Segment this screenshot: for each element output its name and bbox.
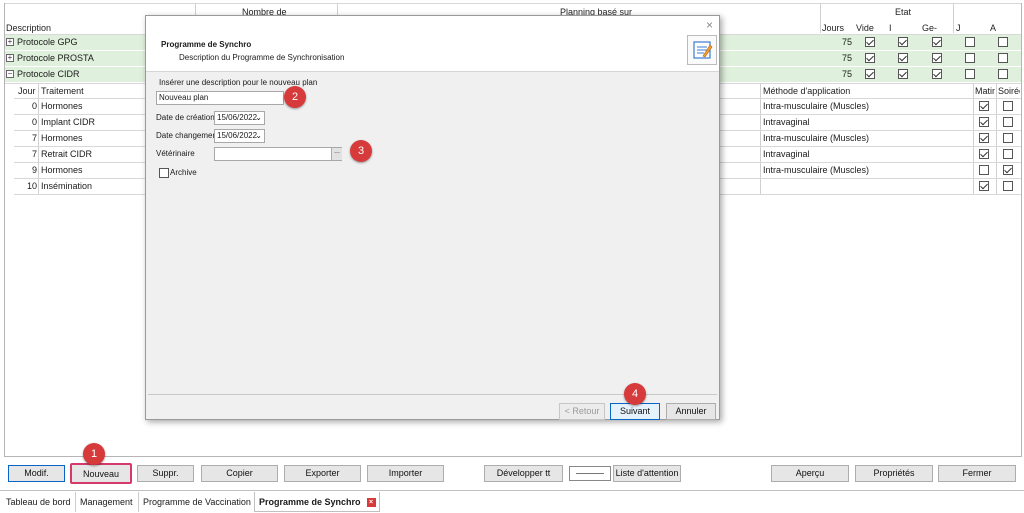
liste-attention-button[interactable]: Liste d'attention	[613, 465, 681, 482]
archive-checkbox[interactable]	[159, 168, 169, 178]
step-marker-4: 4	[624, 383, 646, 405]
step-marker-3: 3	[350, 140, 372, 162]
description-input[interactable]: Nouveau plan	[156, 91, 284, 105]
retour-button[interactable]: < Retour	[559, 403, 605, 420]
date-changement-picker[interactable]: 15/06/2022 ⌄	[214, 129, 265, 143]
proprietes-button[interactable]: Propriétés	[855, 465, 933, 482]
tab-programme-synchro-label: Programme de Synchro	[259, 497, 361, 507]
tab-programme-synchro[interactable]: Programme de Synchro ×	[254, 492, 380, 512]
synchro-dialog: Programme de Synchro Description du Prog…	[145, 15, 720, 420]
close-icon[interactable]: ×	[706, 18, 713, 32]
dialog-header: Programme de Synchro Description du Prog…	[146, 16, 719, 72]
fermer-button[interactable]: Fermer	[938, 465, 1016, 482]
dialog-title: Programme de Synchro	[161, 40, 252, 49]
modif-button[interactable]: Modif.	[8, 465, 65, 482]
archive-label: Archive	[170, 168, 197, 177]
veterinaire-input[interactable]	[214, 147, 342, 161]
browse-button[interactable]: ...	[331, 148, 342, 160]
tab-tableau-de-bord[interactable]: Tableau de bord	[2, 492, 75, 512]
dialog-subtitle: Description du Programme de Synchronisat…	[179, 53, 345, 62]
suivant-button[interactable]: Suivant	[610, 403, 660, 420]
suppr-button[interactable]: Suppr.	[137, 465, 194, 482]
exporter-button[interactable]: Exporter	[284, 465, 361, 482]
importer-button[interactable]: Importer	[367, 465, 444, 482]
close-tab-icon[interactable]: ×	[366, 498, 376, 507]
nouveau-button[interactable]: Nouveau	[70, 463, 132, 484]
apercu-button[interactable]: Aperçu	[771, 465, 849, 482]
date-creation-picker[interactable]: 15/06/2022 ⌄	[214, 111, 265, 125]
developper-button[interactable]: Développer tt	[484, 465, 563, 482]
date-changement-label: Date changement	[156, 131, 220, 140]
annuler-button[interactable]: Annuler	[666, 403, 716, 420]
chevron-down-icon: ⌄	[255, 131, 262, 140]
veterinaire-label: Vétérinaire	[156, 149, 195, 158]
tab-management[interactable]: Management	[75, 492, 137, 512]
date-creation-label: Date de création	[156, 113, 215, 122]
date-changement-value: 15/06/2022	[217, 131, 258, 140]
step-marker-1: 1	[83, 443, 105, 465]
date-creation-value: 15/06/2022	[217, 113, 258, 122]
color-swatch[interactable]	[569, 466, 611, 481]
wizard-icon	[687, 35, 717, 65]
tab-programme-vaccination[interactable]: Programme de Vaccination	[138, 492, 255, 512]
copier-button[interactable]: Copier	[201, 465, 278, 482]
chevron-down-icon: ⌄	[255, 113, 262, 122]
step-marker-2: 2	[284, 86, 306, 108]
